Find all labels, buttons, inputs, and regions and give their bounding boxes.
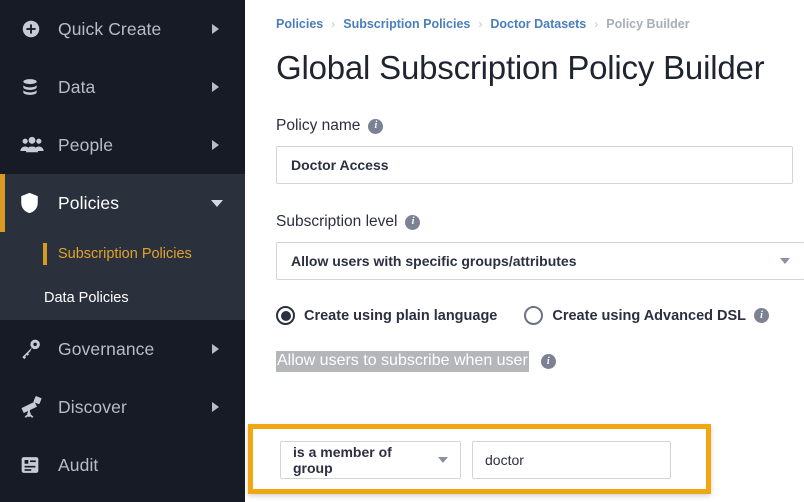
radio-indicator-selected[interactable] [276, 306, 295, 325]
rule-sentence-text: Allow users to subscribe when user [276, 351, 529, 372]
sidebar-subitem-subscription-policies[interactable]: Subscription Policies [0, 232, 245, 276]
radio-dot [280, 310, 291, 321]
sidebar-item-governance[interactable]: Governance [0, 320, 245, 378]
creation-mode-radio-group: Create using plain language Create using… [276, 306, 804, 325]
info-icon[interactable]: i [368, 118, 384, 134]
sidebar-subitem-label: Data Policies [44, 290, 129, 306]
policy-name-label-text: Policy name [276, 117, 361, 134]
page-title: Global Subscription Policy Builder [276, 49, 765, 86]
shield-icon [20, 192, 50, 214]
sidebar-item-quick-create[interactable]: Quick Create [0, 0, 245, 58]
sidebar: Quick Create Data People Policies Subscr… [0, 0, 245, 502]
sidebar-item-discover[interactable]: Discover [0, 378, 245, 436]
info-icon[interactable]: i [405, 214, 421, 230]
breadcrumb-item-policy-builder: Policy Builder [606, 17, 690, 31]
database-icon [20, 77, 50, 97]
condition-value-input[interactable]: doctor [472, 441, 671, 479]
telescope-icon [20, 396, 50, 418]
breadcrumb-separator-icon: › [478, 17, 483, 31]
radio-indicator-unselected[interactable] [524, 306, 544, 325]
sidebar-item-people[interactable]: People [0, 116, 245, 174]
chevron-down-icon [438, 457, 448, 463]
chevron-down-icon [780, 258, 790, 264]
condition-operator-select[interactable]: is a member of group [280, 441, 461, 479]
radio-create-using-plain-language[interactable]: Create using plain language [276, 306, 497, 325]
sidebar-item-audit[interactable]: Audit [0, 436, 245, 494]
main-content: Policies › Subscription Policies › Docto… [245, 0, 804, 502]
sidebar-item-label: Discover [58, 396, 127, 417]
subscription-level-label: Subscription level i [276, 213, 804, 231]
people-group-icon [20, 135, 50, 155]
breadcrumb-separator-icon: › [594, 17, 599, 31]
sidebar-item-label: Governance [58, 338, 155, 359]
key-icon [20, 338, 50, 360]
plus-circle-icon [20, 18, 50, 40]
sidebar-item-data[interactable]: Data [0, 58, 245, 116]
rule-condition-row: is a member of group doctor [253, 429, 706, 479]
condition-value-text: doctor [485, 452, 524, 468]
breadcrumb-item-doctor-datasets[interactable]: Doctor Datasets [490, 17, 586, 31]
breadcrumb-separator-icon: › [331, 17, 336, 31]
radio-label: Create using plain language [304, 307, 498, 324]
sidebar-item-label: People [58, 134, 114, 155]
report-icon [20, 455, 50, 475]
subscription-level-select[interactable]: Allow users with specific groups/attribu… [276, 242, 804, 280]
chevron-right-icon [212, 402, 219, 412]
chevron-right-icon [212, 140, 219, 150]
breadcrumb-item-policies[interactable]: Policies [276, 17, 323, 31]
subscription-level-value: Allow users with specific groups/attribu… [291, 253, 577, 269]
chevron-down-icon [211, 199, 223, 207]
info-icon[interactable]: i [540, 354, 556, 369]
condition-operator-value: is a member of group [293, 444, 392, 476]
info-icon[interactable]: i [754, 308, 770, 323]
subscription-level-label-text: Subscription level [276, 213, 398, 230]
sidebar-subitem-label: Subscription Policies [58, 246, 192, 262]
policy-name-input[interactable]: Doctor Access [276, 146, 793, 184]
sidebar-item-label: Audit [58, 454, 99, 475]
breadcrumb: Policies › Subscription Policies › Docto… [276, 15, 804, 33]
policy-name-value: Doctor Access [291, 157, 389, 173]
policy-name-label: Policy name i [276, 117, 804, 135]
sidebar-item-policies[interactable]: Policies [0, 174, 245, 232]
chevron-right-icon [212, 344, 219, 354]
chevron-right-icon [212, 82, 219, 92]
chevron-right-icon [212, 24, 219, 34]
breadcrumb-item-subscription-policies[interactable]: Subscription Policies [343, 17, 470, 31]
rule-sentence: Allow users to subscribe when user i [276, 351, 804, 372]
rule-condition-highlight: is a member of group doctor [248, 424, 711, 494]
radio-label: Create using Advanced DSL [552, 307, 747, 324]
sidebar-item-label: Data [58, 76, 96, 97]
sidebar-item-label: Policies [58, 192, 120, 213]
sidebar-subitem-data-policies[interactable]: Data Policies [0, 276, 245, 320]
radio-create-using-advanced-dsl[interactable]: Create using Advanced DSL i [524, 306, 770, 325]
sidebar-item-label: Quick Create [58, 18, 162, 39]
app-root: Quick Create Data People Policies Subscr… [0, 0, 804, 502]
sidebar-group-policies: Policies Subscription Policies Data Poli… [0, 174, 245, 320]
